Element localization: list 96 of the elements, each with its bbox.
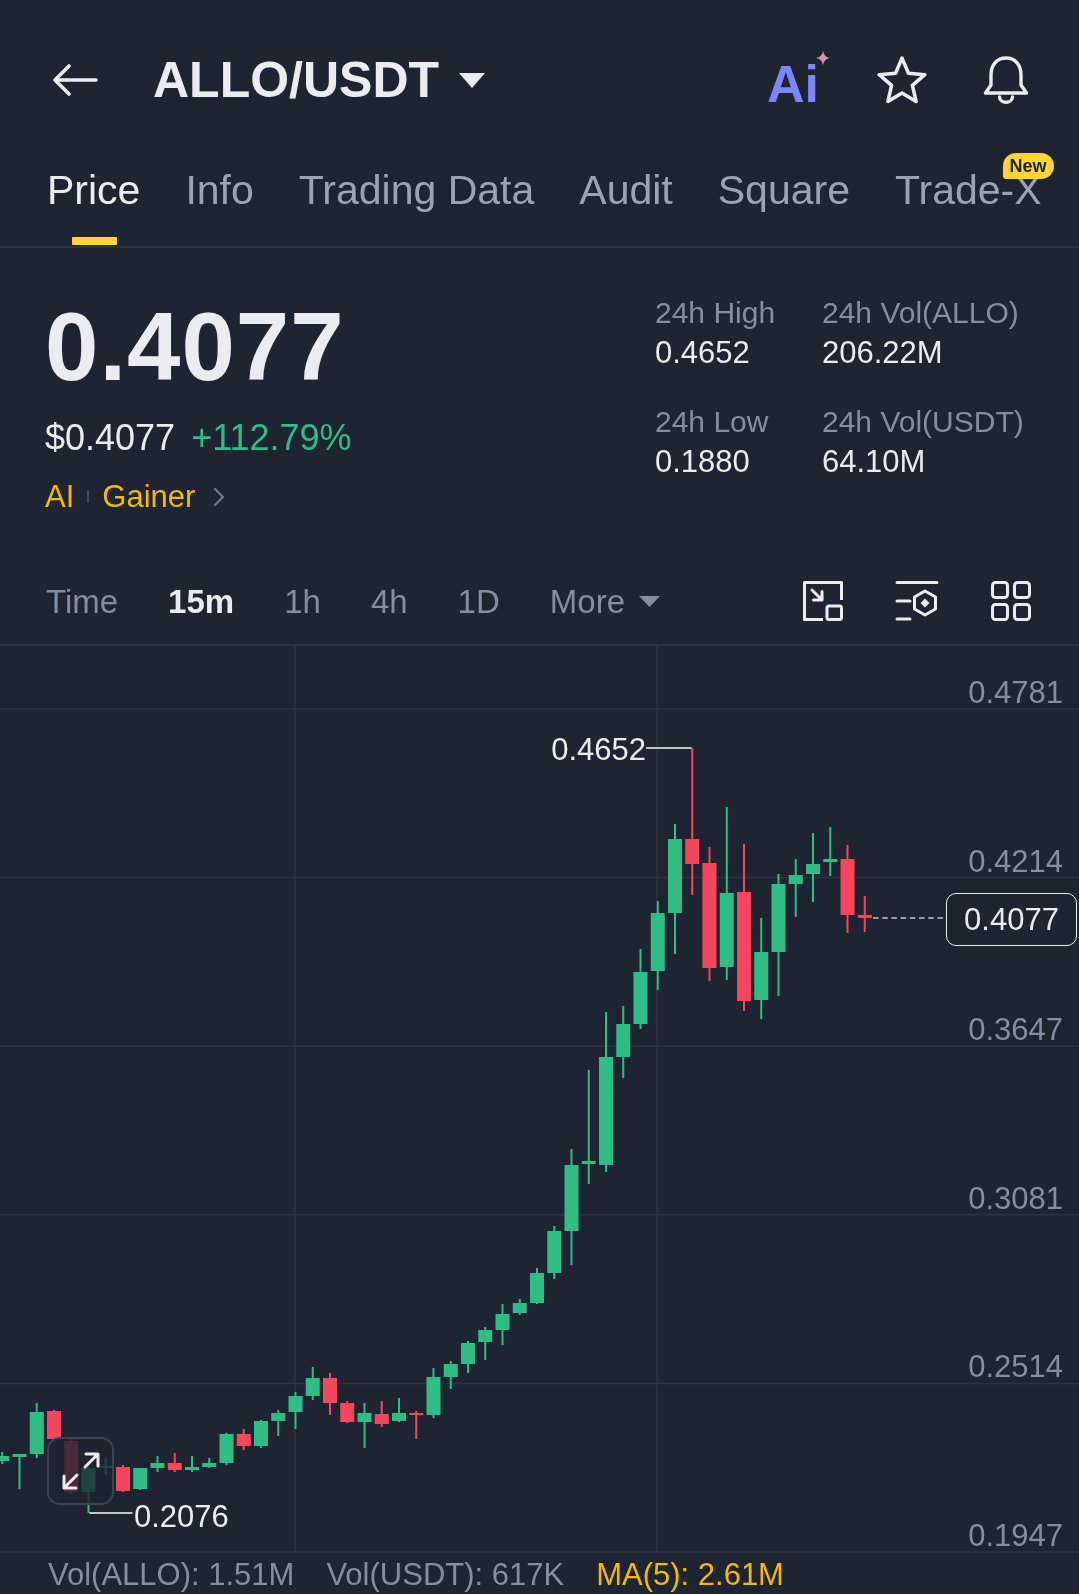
stat-value: 64.10M — [822, 446, 927, 477]
grid-icon — [990, 580, 1032, 622]
interval-tab[interactable]: 1D — [457, 584, 500, 618]
bullish-candle — [202, 1458, 217, 1468]
notification-button[interactable] — [982, 54, 1030, 106]
tab[interactable]: Square — [717, 150, 850, 245]
bullish-candle — [12, 1454, 27, 1489]
interval-tab[interactable]: 1h — [284, 584, 321, 618]
stat-label: 24h Vol(ALLO) — [822, 298, 1020, 328]
bullish-candle — [150, 1456, 165, 1472]
bearish-candle — [116, 1465, 130, 1492]
new-badge: New — [1002, 153, 1054, 179]
window-arrow-button[interactable] — [802, 580, 844, 622]
bullish-candle — [461, 1341, 475, 1373]
caret-icon — [459, 72, 486, 88]
indicator-settings-button[interactable] — [895, 580, 939, 622]
stat-value: 0.1880 — [655, 446, 751, 477]
tab[interactable]: Trade-X New — [895, 150, 1054, 245]
ai-button[interactable]: Ai — [767, 50, 830, 110]
category-tag[interactable]: Gainer — [102, 481, 196, 512]
bullish-candle — [305, 1367, 320, 1400]
last-price: 0.4077 — [45, 299, 346, 395]
stat-value: 0.4652 — [655, 337, 751, 368]
bullish-candle — [271, 1410, 286, 1436]
leader-line — [646, 747, 692, 749]
chevron-right-icon — [213, 486, 226, 507]
price-axis-label: 0.1947 — [968, 1520, 1063, 1551]
favorite-button[interactable] — [877, 56, 927, 104]
stat-label: 24h Low — [655, 407, 770, 437]
bullish-candle — [219, 1433, 234, 1465]
caret-icon — [639, 595, 660, 607]
bullish-candle — [288, 1392, 303, 1429]
bearish-candle — [374, 1401, 389, 1427]
back-arrow-icon — [52, 63, 98, 97]
volume-stat: Vol(ALLO): 1.51M — [48, 1559, 295, 1594]
price-axis-label: 0.3647 — [968, 1014, 1063, 1046]
lines-hexagon-icon — [895, 580, 939, 622]
stat-label: 24h Vol(USDT) — [822, 407, 1024, 437]
bullish-candle — [29, 1403, 44, 1458]
bullish-candle — [495, 1304, 510, 1345]
interval-tab[interactable]: 15m — [168, 584, 235, 618]
tab[interactable]: Trading Data — [298, 150, 535, 245]
expand-icon — [60, 1451, 101, 1491]
category-tag[interactable]: AI — [45, 481, 75, 512]
bullish-candle — [823, 827, 838, 876]
price-axis-label: 0.2514 — [968, 1351, 1063, 1383]
expand-button[interactable] — [47, 1437, 114, 1505]
stat-value: 206.22M — [822, 337, 944, 368]
back-button[interactable] — [52, 63, 98, 97]
window-arrow-icon — [802, 580, 844, 622]
bullish-candle — [806, 833, 820, 902]
tab[interactable]: Audit — [579, 150, 673, 245]
bullish-candle — [133, 1468, 148, 1490]
leader-line — [89, 1512, 133, 1514]
bearish-candle — [236, 1429, 251, 1450]
bearish-candle — [340, 1401, 355, 1423]
interval-tab[interactable]: 4h — [370, 584, 408, 618]
bullish-candle — [478, 1327, 493, 1360]
bearish-candle — [409, 1411, 424, 1439]
price-line — [873, 917, 943, 919]
more-dropdown[interactable]: More — [549, 584, 660, 618]
bearish-candle — [323, 1373, 337, 1415]
bullish-candle — [443, 1361, 458, 1389]
stat-label: 24h High — [655, 298, 777, 328]
bullish-candle — [426, 1368, 441, 1418]
bullish-candle — [0, 1452, 10, 1464]
price-change: +112.79% — [191, 420, 352, 456]
interval-tab[interactable]: Time — [46, 584, 119, 618]
bullish-candle — [788, 859, 803, 917]
bullish-candle — [254, 1420, 268, 1448]
bullish-candle — [512, 1299, 527, 1315]
bullish-candle — [357, 1403, 372, 1448]
high-price-label: 0.4652 — [551, 734, 646, 765]
volume-stat: Vol(USDT): 617K — [326, 1559, 565, 1594]
price-axis-label: 0.4214 — [968, 845, 1063, 877]
bearish-candle — [47, 1410, 61, 1441]
price-tag: 0.4077 — [946, 893, 1077, 946]
price-axis-label: 0.3081 — [968, 1182, 1063, 1214]
usd-price: $0.4077 — [45, 420, 176, 456]
low-price-label: 0.2076 — [134, 1501, 229, 1532]
bullish-candle — [616, 1006, 631, 1078]
bullish-candle — [185, 1456, 199, 1472]
bullish-candle — [530, 1268, 544, 1304]
moving-average-stat: MA(5): 2.61M — [596, 1559, 784, 1594]
bullish-candle — [392, 1398, 406, 1422]
bell-icon — [982, 54, 1030, 106]
star-icon — [877, 56, 927, 104]
bullish-candle — [547, 1226, 562, 1279]
bearish-candle — [167, 1453, 182, 1472]
layout-button[interactable] — [990, 580, 1032, 622]
sparkle-icon — [816, 50, 830, 65]
tab[interactable]: Info — [185, 150, 254, 245]
bearish-candle — [857, 896, 872, 932]
price-axis-label: 0.4781 — [968, 677, 1063, 708]
tab[interactable]: Price — [47, 150, 141, 245]
pair-selector[interactable]: ALLO/USDT — [153, 55, 486, 105]
